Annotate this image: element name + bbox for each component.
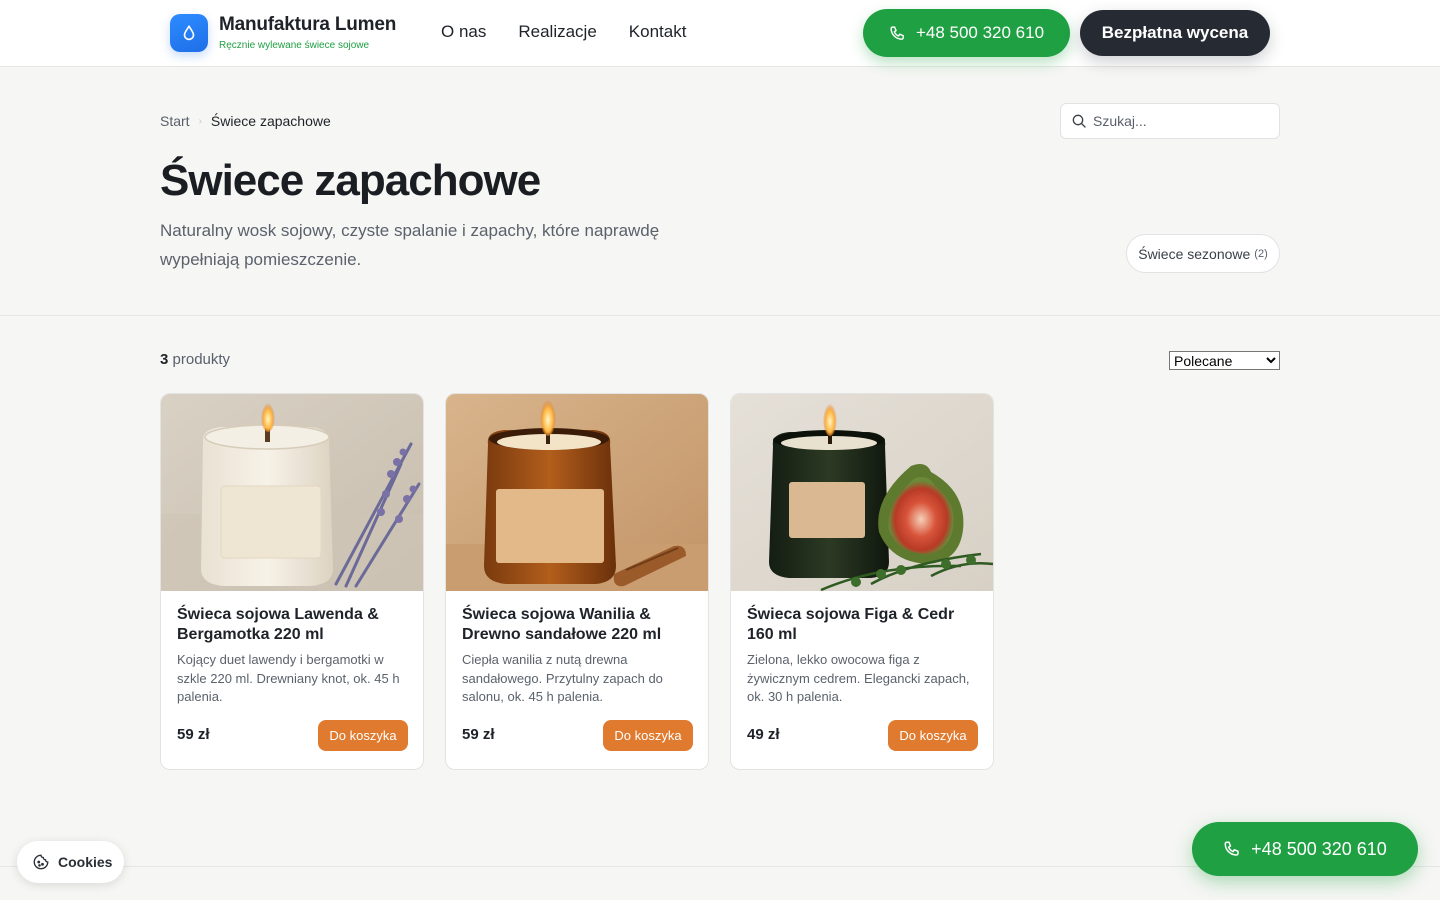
product-title[interactable]: Świeca sojowa Lawenda & Bergamotka 220 m… xyxy=(177,605,409,645)
cookies-button-label: Cookies xyxy=(58,854,113,870)
cookie-icon xyxy=(33,854,49,870)
nav-link-contact[interactable]: Kontakt xyxy=(629,22,687,42)
phone-icon xyxy=(1224,841,1239,856)
product-price: 49 zł xyxy=(747,726,780,743)
main-nav: O nas Realizacje Kontakt xyxy=(441,22,686,42)
sort-select[interactable]: Polecane xyxy=(1169,351,1280,370)
breadcrumb-start[interactable]: Start xyxy=(160,113,190,129)
product-image-lavender[interactable] xyxy=(161,394,424,591)
product-card[interactable]: Świeca sojowa Lawenda & Bergamotka 220 m… xyxy=(160,393,424,770)
product-card[interactable]: Świeca sojowa Figa & Cedr 160 ml Zielona… xyxy=(730,393,994,770)
page-lead: Naturalny wosk sojowy, czyste spalanie i… xyxy=(160,221,660,269)
add-to-cart-button[interactable]: Do koszyka xyxy=(603,720,693,751)
drop-icon xyxy=(170,14,208,52)
category-chip-seasonal[interactable]: Świece sezonowe (2) xyxy=(1126,234,1280,273)
add-to-cart-button[interactable]: Do koszyka xyxy=(888,720,978,751)
search-icon xyxy=(1072,114,1086,128)
product-description: Ciepła wanilia z nutą drewna sandałowego… xyxy=(462,652,663,704)
category-chip-count: (2) xyxy=(1254,247,1268,260)
phone-icon xyxy=(890,25,904,40)
product-image-fig[interactable] xyxy=(731,394,994,591)
product-description: Zielona, lekko owocowa figa z żywicznym … xyxy=(747,652,970,704)
breadcrumb-separator: › xyxy=(198,115,202,127)
floating-phone-label: +48 500 320 610 xyxy=(1251,838,1387,859)
cookies-button[interactable]: Cookies xyxy=(17,841,124,883)
phone-button-label: +48 500 320 610 xyxy=(915,23,1045,42)
product-count-number: 3 xyxy=(160,351,169,368)
brand-tagline: Ręcznie wylewane świece sojowe xyxy=(219,40,370,51)
product-card[interactable]: Świeca sojowa Wanilia & Drewno sandałowe… xyxy=(445,393,709,770)
breadcrumb-current: Świece zapachowe xyxy=(210,113,331,129)
phone-button[interactable]: +48 500 320 610 xyxy=(863,9,1070,57)
product-title[interactable]: Świeca sojowa Figa & Cedr 160 ml xyxy=(747,605,979,645)
product-title[interactable]: Świeca sojowa Wanilia & Drewno sandałowe… xyxy=(462,605,694,645)
section-divider xyxy=(0,315,1440,316)
product-image-vanilla[interactable] xyxy=(446,394,709,591)
search-box xyxy=(1060,103,1280,139)
product-price: 59 zł xyxy=(462,726,495,743)
brand-name: Manufaktura Lumen xyxy=(219,14,397,35)
product-count-label: produkty xyxy=(172,351,231,368)
page-title: Świece zapachowe xyxy=(160,156,541,205)
floating-phone-button[interactable]: +48 500 320 610 xyxy=(1192,822,1418,876)
category-chip-label: Świece sezonowe xyxy=(1138,245,1251,262)
product-description: Kojący duet lawendy i bergamotki w szkle… xyxy=(177,652,400,704)
site-header: Manufaktura Lumen Ręcznie wylewane świec… xyxy=(0,0,1440,67)
search-input[interactable] xyxy=(1093,113,1263,129)
product-price: 59 zł xyxy=(177,726,210,743)
brand[interactable]: Manufaktura Lumen Ręcznie wylewane świec… xyxy=(170,14,396,52)
free-quote-button[interactable]: Bezpłatna wycena xyxy=(1080,10,1270,56)
nav-link-about[interactable]: O nas xyxy=(441,22,486,42)
nav-link-projects[interactable]: Realizacje xyxy=(518,22,596,42)
product-count: 3 produkty xyxy=(160,351,230,368)
add-to-cart-button[interactable]: Do koszyka xyxy=(318,720,408,751)
breadcrumb: Start › Świece zapachowe xyxy=(160,113,331,129)
